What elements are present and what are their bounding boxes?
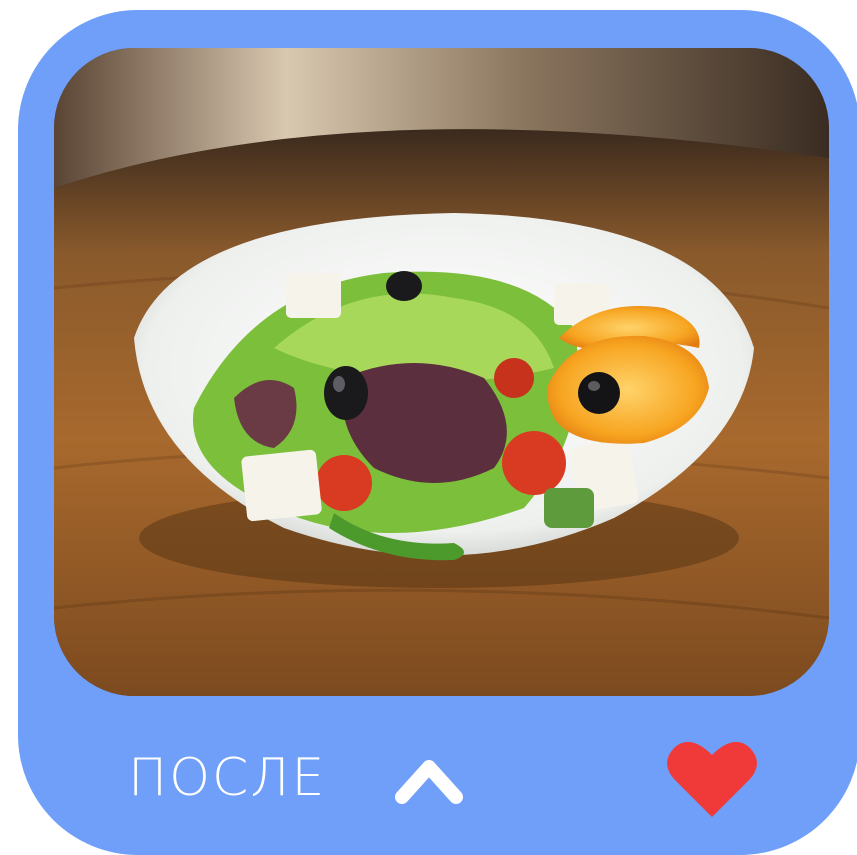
heart-icon[interactable] (666, 737, 758, 821)
salad-illustration (54, 48, 829, 696)
salad-bowl-photo (54, 48, 829, 696)
chevron-up-icon[interactable] (394, 755, 464, 807)
before-after-card: ПОСЛЕ (18, 10, 857, 855)
after-label: ПОСЛЕ (128, 748, 327, 808)
